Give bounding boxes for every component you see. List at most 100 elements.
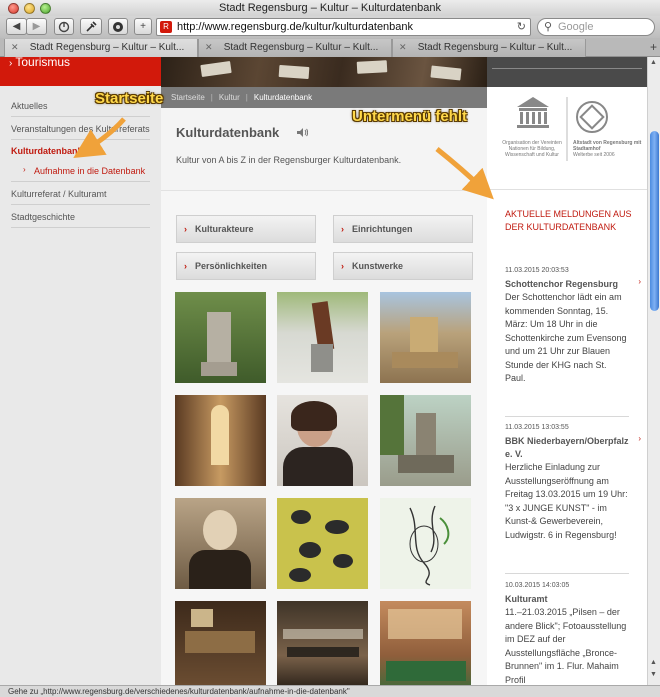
home-icon[interactable] (54, 18, 74, 35)
sidebar-item-kulturreferat[interactable]: Kulturreferat / Kulturamt (11, 182, 150, 205)
chevron-right-icon: › (184, 261, 187, 271)
news-title[interactable]: Kulturamt (505, 593, 629, 606)
grid-image-sculpture[interactable] (277, 292, 368, 383)
grid-image-portrait-man[interactable] (175, 498, 266, 589)
tab-bar: ✕ Stadt Regensburg – Kultur – Kult... ✕ … (0, 38, 660, 57)
header-image-detail (200, 60, 232, 78)
sidebar-item-tourismus[interactable]: › Tourismus (0, 57, 161, 86)
sidebar-nav: Aktuelles Veranstaltungen des Kulturrefe… (11, 97, 150, 228)
close-window-button[interactable] (8, 3, 19, 14)
einrichtungen-button[interactable]: › Einrichtungen (333, 215, 473, 243)
chevron-right-icon: › (9, 58, 13, 69)
grid-image-monument[interactable] (175, 292, 266, 383)
browser-toolbar: ◀ ▶ + R http://www.regensburg.de/kultur/… (0, 16, 660, 38)
back-button[interactable]: ◀ (6, 18, 27, 35)
right-column: Organisation der Vereinten Nationen für … (487, 57, 647, 685)
news-date: 11.03.2015 13:03:55 (505, 424, 569, 431)
news-item[interactable]: 11.03.2015 20:03:53 Schottenchor Regensb… (505, 266, 641, 417)
kunstwerke-button[interactable]: › Kunstwerke (333, 252, 473, 280)
close-tab-icon[interactable]: ✕ (205, 39, 213, 56)
scroll-down-icon[interactable]: ▼ (650, 671, 657, 678)
tools-icon[interactable] (80, 18, 102, 35)
persoenlichkeiten-button[interactable]: › Persönlichkeiten (176, 252, 316, 280)
annotation-startseite: Startseite (95, 90, 164, 107)
eye-icon[interactable] (108, 18, 128, 35)
sidebar-item-stadtgeschichte[interactable]: Stadtgeschichte (11, 205, 150, 228)
window-controls (8, 3, 51, 14)
chevron-right-icon: › (341, 261, 344, 271)
breadcrumb-kultur[interactable]: Kultur (219, 93, 240, 102)
chevron-right-icon: › (23, 165, 26, 174)
status-bar: Gehe zu „http://www.regensburg.de/versch… (0, 685, 660, 697)
news-text: Der Schottenchor lädt ein am kommenden S… (505, 292, 627, 383)
window-title: Stadt Regensburg – Kultur – Kulturdatenb… (219, 2, 441, 14)
annotation-untermenue-fehlt: Untermenü fehlt (352, 108, 468, 125)
header-image-detail (356, 60, 388, 74)
grid-image-fountain[interactable] (380, 292, 471, 383)
news-text: 11.–21.03.2015 „Pilsen – der andere Blic… (505, 607, 627, 685)
page-viewport: › Tourismus Aktuelles Veranstaltungen des… (0, 57, 647, 685)
site-favicon-icon: R (160, 21, 172, 33)
news-title[interactable]: BBK Niederbayern/Oberpfalz e. V. (505, 435, 629, 461)
main-content: Kulturdatenbank Kultur von A bis Z in de… (161, 108, 487, 685)
news-text: Herzliche Einladung zur Ausstellungseröf… (505, 462, 628, 540)
sidebar-item-veranstaltungen[interactable]: Veranstaltungen des Kulturreferats (11, 117, 150, 140)
zoom-window-button[interactable] (40, 3, 51, 14)
divider (492, 68, 642, 69)
address-bar-url: http://www.regensburg.de/kultur/kulturda… (177, 21, 414, 33)
chevron-right-icon: › (184, 224, 187, 234)
intro-text: Kultur von A bis Z in der Regensburger K… (176, 155, 402, 165)
news-date: 11.03.2015 20:03:53 (505, 267, 569, 274)
grid-image-cathedral[interactable] (175, 395, 266, 486)
sidebar-item-kulturdatenbank[interactable]: Kulturdatenbank (11, 140, 150, 161)
page-title: Kulturdatenbank (176, 125, 280, 140)
tab-2[interactable]: ✕ Stadt Regensburg – Kultur – Kult... (198, 39, 392, 57)
scroll-up-icon[interactable]: ▲ (650, 59, 657, 66)
chevron-right-icon[interactable]: › (638, 434, 641, 443)
grid-image-interior[interactable] (175, 601, 266, 685)
sidebar: › Tourismus Aktuelles Veranstaltungen des… (0, 57, 161, 685)
chevron-right-icon: › (341, 224, 344, 234)
grid-image-monument-square[interactable] (380, 395, 471, 486)
scrollbar-thumb[interactable] (650, 131, 659, 311)
minimize-window-button[interactable] (24, 3, 35, 14)
search-field[interactable]: ⚲ Google (537, 18, 655, 36)
tab-1[interactable]: ✕ Stadt Regensburg – Kultur – Kult... (4, 39, 198, 57)
news-date: 10.03.2015 14:03:05 (505, 582, 570, 589)
breadcrumb: Startseite | Kultur | Kulturdatenbank (161, 87, 487, 108)
scroll-up-icon[interactable]: ▲ (650, 659, 657, 666)
header-image-detail (430, 65, 462, 81)
unesco-caption: Organisation der Vereinten Nationen für … (502, 140, 562, 158)
grid-image-portrait-woman[interactable] (277, 395, 368, 486)
unesco-logo[interactable]: Organisation der Vereinten Nationen für … (487, 87, 647, 190)
speaker-icon[interactable] (296, 127, 308, 138)
new-tab-button[interactable]: + (650, 39, 657, 55)
news-item[interactable]: 11.03.2015 13:03:55 BBK Niederbayern/Obe… (505, 423, 641, 574)
address-bar[interactable]: R http://www.regensburg.de/kultur/kultur… (156, 18, 531, 36)
unesco-emblem-icon (517, 97, 608, 161)
kulturakteure-button[interactable]: › Kulturakteure (176, 215, 316, 243)
forward-button[interactable]: ▶ (26, 18, 47, 35)
reload-icon[interactable]: ↻ (517, 19, 526, 35)
news-item[interactable]: 10.03.2015 14:03:05 Kulturamt 11.–21.03.… (505, 581, 629, 685)
grid-image-orchestra[interactable] (277, 601, 368, 685)
vertical-scrollbar[interactable]: ▲ ▲ ▼ (647, 57, 660, 685)
add-bookmark-button[interactable]: + (134, 18, 152, 35)
window-titlebar: Stadt Regensburg – Kultur – Kulturdatenb… (0, 0, 660, 16)
breadcrumb-startseite[interactable]: Startseite (171, 93, 205, 102)
grid-image-hall[interactable] (380, 601, 471, 685)
tab-3[interactable]: ✕ Stadt Regensburg – Kultur – Kult... (392, 39, 586, 57)
right-column-top (487, 57, 647, 87)
chevron-right-icon[interactable]: › (638, 277, 641, 286)
sidebar-subitem-aufnahme[interactable]: › Aufnahme in die Datenbank (11, 161, 150, 182)
close-tab-icon[interactable]: ✕ (11, 39, 19, 56)
welterbe-caption: Altstadt von Regensburg mit Stadtamhof W… (573, 140, 642, 158)
breadcrumb-current: Kulturdatenbank (253, 93, 313, 102)
search-icon: ⚲ (544, 21, 553, 33)
close-tab-icon[interactable]: ✕ (399, 39, 407, 56)
news-title[interactable]: Schottenchor Regensburg (505, 278, 629, 291)
grid-image-drawing[interactable] (380, 498, 471, 589)
grid-image-art-circles[interactable] (277, 498, 368, 589)
news-heading: AKTUELLE MELDUNGEN AUS DER KULTURDATENBA… (505, 209, 632, 232)
search-placeholder: Google (558, 21, 594, 33)
